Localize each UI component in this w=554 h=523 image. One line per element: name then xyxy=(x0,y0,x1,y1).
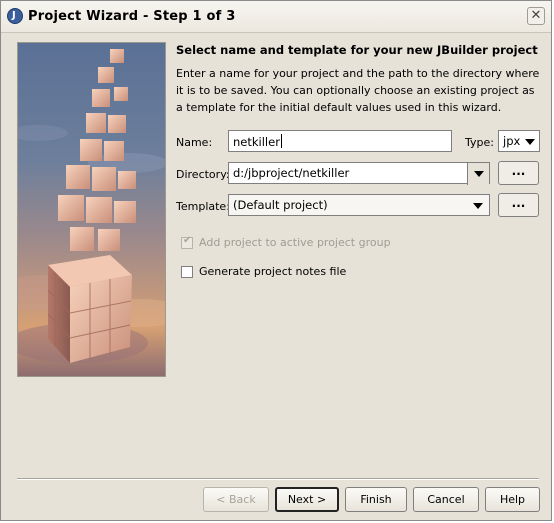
directory-value: d:/jbproject/netkiller xyxy=(233,166,350,180)
template-label: Template: xyxy=(176,200,230,213)
step-heading: Select name and template for your new JB… xyxy=(176,43,538,57)
dropdown-arrow-icon xyxy=(473,203,483,209)
template-browse-button[interactable]: ... xyxy=(498,193,539,217)
type-select[interactable]: jpx xyxy=(498,130,540,152)
finish-button[interactable]: Finish xyxy=(345,487,407,512)
directory-label: Directory: xyxy=(176,168,230,181)
text-caret xyxy=(280,134,282,148)
template-value: (Default project) xyxy=(233,198,328,212)
back-button[interactable]: < Back xyxy=(203,487,269,512)
title-bar: Project Wizard - Step 1 of 3 ✕ xyxy=(1,1,551,33)
jbuilder-app-icon xyxy=(7,8,23,24)
directory-dropdown-button[interactable] xyxy=(467,163,489,185)
generate-notes-checkbox[interactable] xyxy=(181,266,193,278)
name-field[interactable]: netkiller xyxy=(228,130,452,152)
next-button[interactable]: Next > xyxy=(275,487,339,512)
template-combobox[interactable]: (Default project) xyxy=(228,194,490,216)
directory-browse-button[interactable]: ... xyxy=(498,161,539,185)
help-button[interactable]: Help xyxy=(485,487,540,512)
close-icon[interactable]: ✕ xyxy=(527,7,545,25)
generate-notes-label: Generate project notes file xyxy=(199,265,347,278)
add-to-group-checkbox[interactable] xyxy=(181,235,193,249)
wizard-banner-image xyxy=(17,42,166,377)
dropdown-arrow-icon xyxy=(525,139,535,145)
type-label: Type: xyxy=(465,136,494,149)
button-separator xyxy=(17,478,539,480)
cancel-button[interactable]: Cancel xyxy=(413,487,479,512)
step-description: Enter a name for your project and the pa… xyxy=(176,67,540,114)
project-wizard-window: Project Wizard - Step 1 of 3 ✕ xyxy=(0,0,552,521)
dropdown-arrow-icon xyxy=(474,171,484,177)
type-value: jpx xyxy=(503,134,521,148)
window-title: Project Wizard - Step 1 of 3 xyxy=(28,9,236,24)
name-label: Name: xyxy=(176,136,213,149)
name-value: netkiller xyxy=(233,135,280,149)
add-to-group-label: Add project to active project group xyxy=(199,236,391,249)
directory-combobox[interactable]: d:/jbproject/netkiller xyxy=(228,162,490,185)
